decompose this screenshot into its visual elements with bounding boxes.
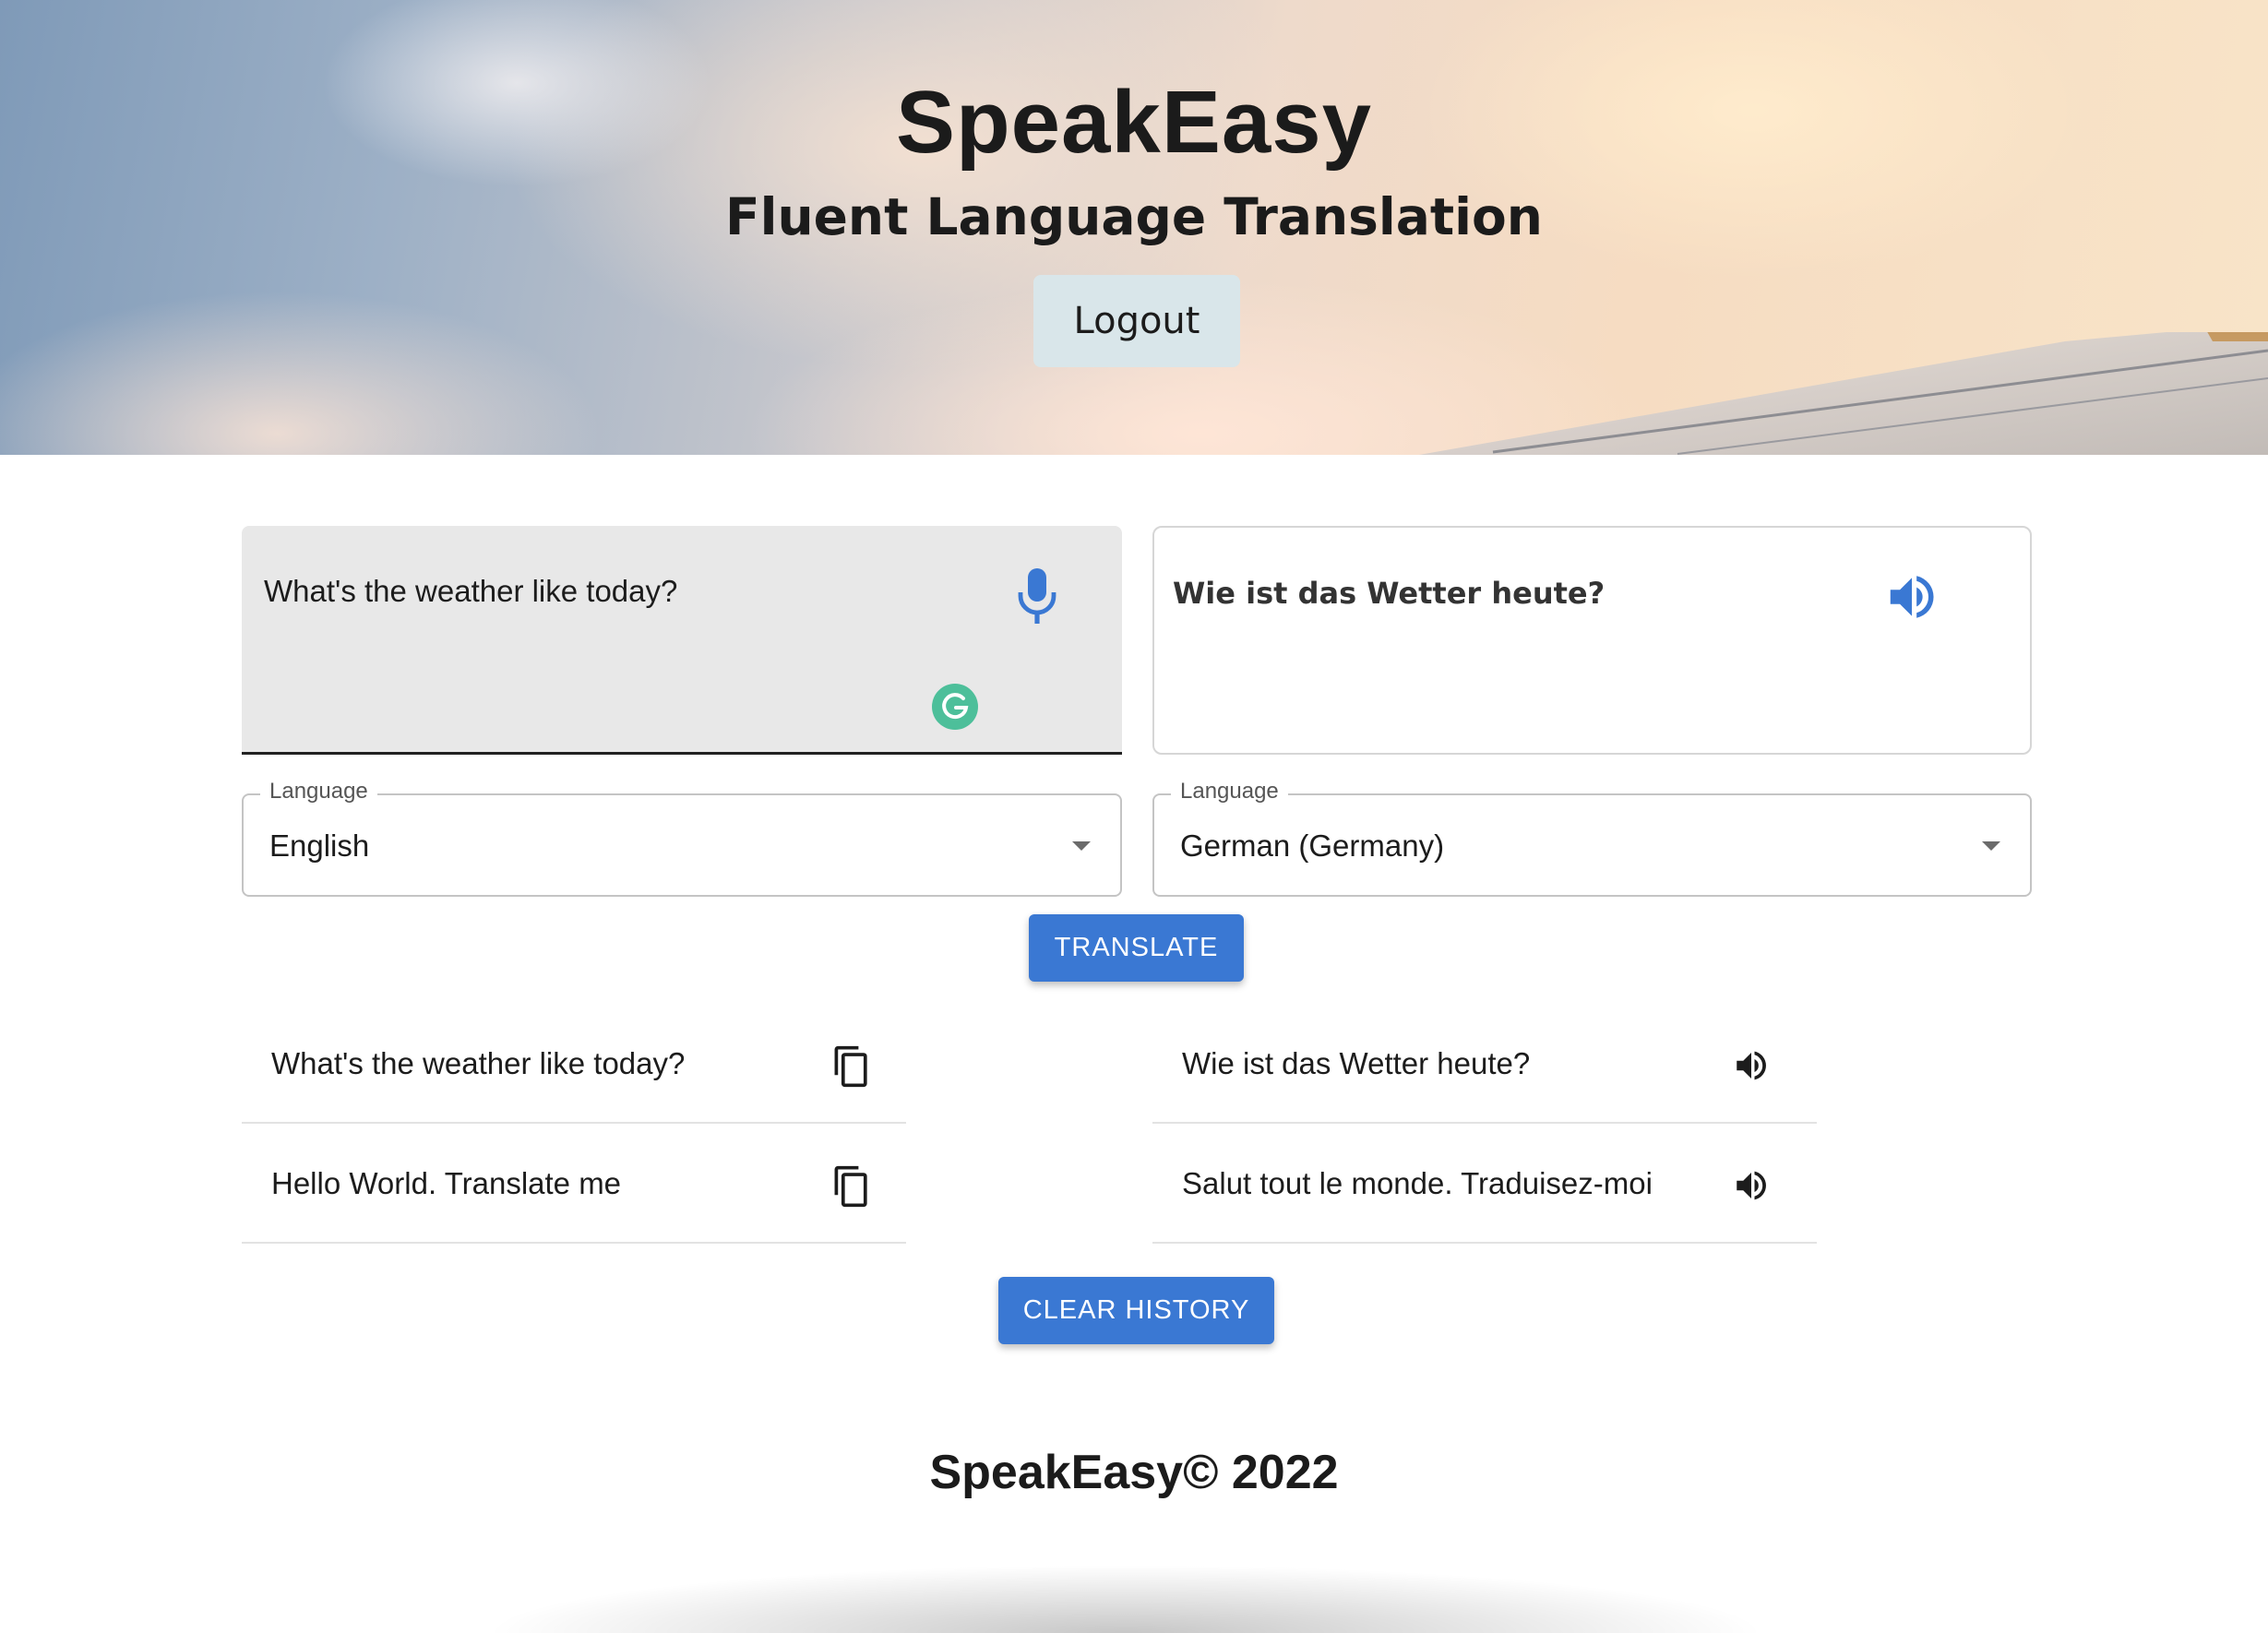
footer-copyright: SpeakEasy© 2022 <box>929 1446 1339 1499</box>
target-language-select[interactable]: Language German (Germany) <box>1152 779 2032 897</box>
history-source-text: Hello World. Translate me <box>271 1166 622 1200</box>
app-title: SpeakEasy <box>895 73 1373 172</box>
chevron-down-icon[interactable] <box>1070 840 1092 852</box>
source-language-value[interactable]: English <box>269 828 369 864</box>
translate-button[interactable]: TRANSLATE <box>1029 914 1244 982</box>
speaker-icon[interactable] <box>1732 1046 1771 1085</box>
history-source-text: What's the weather like today? <box>271 1046 686 1080</box>
history-translation-item: Salut tout le monde. Traduisez-moi <box>1152 1126 1817 1244</box>
chevron-down-icon[interactable] <box>1980 840 2002 852</box>
speaker-icon[interactable] <box>1883 568 1940 626</box>
history-translation-text: Wie ist das Wetter heute? <box>1182 1046 1531 1080</box>
app-subtitle: Fluent Language Translation <box>725 187 1543 246</box>
source-language-label: Language <box>260 779 377 805</box>
grammarly-icon[interactable] <box>931 683 979 731</box>
history-source-item: What's the weather like today? <box>242 1006 906 1124</box>
history-translation-text: Salut tout le monde. Traduisez-moi <box>1182 1166 1653 1200</box>
copy-icon[interactable] <box>832 1164 871 1209</box>
source-language-select[interactable]: Language English <box>242 779 1122 897</box>
translated-text: Wie ist das Wetter heute? <box>1173 576 1606 611</box>
translated-text-area: Wie ist das Wetter heute? <box>1152 526 2032 755</box>
microphone-icon[interactable] <box>1014 566 1060 626</box>
source-text-area[interactable]: What's the weather like today? <box>242 526 1122 755</box>
speaker-icon[interactable] <box>1732 1166 1771 1205</box>
airplane-wing-image <box>1419 332 2268 455</box>
target-language-value[interactable]: German (Germany) <box>1180 828 1444 864</box>
logout-button[interactable]: Logout <box>1033 275 1240 367</box>
clear-history-button[interactable]: CLEAR HISTORY <box>998 1277 1274 1344</box>
history-source-item: Hello World. Translate me <box>242 1126 906 1244</box>
source-text[interactable]: What's the weather like today? <box>264 574 677 609</box>
target-language-label: Language <box>1171 779 1288 805</box>
history-translation-item: Wie ist das Wetter heute? <box>1152 1006 1817 1124</box>
copy-icon[interactable] <box>832 1044 871 1089</box>
footer-shadow <box>434 1559 1818 1633</box>
